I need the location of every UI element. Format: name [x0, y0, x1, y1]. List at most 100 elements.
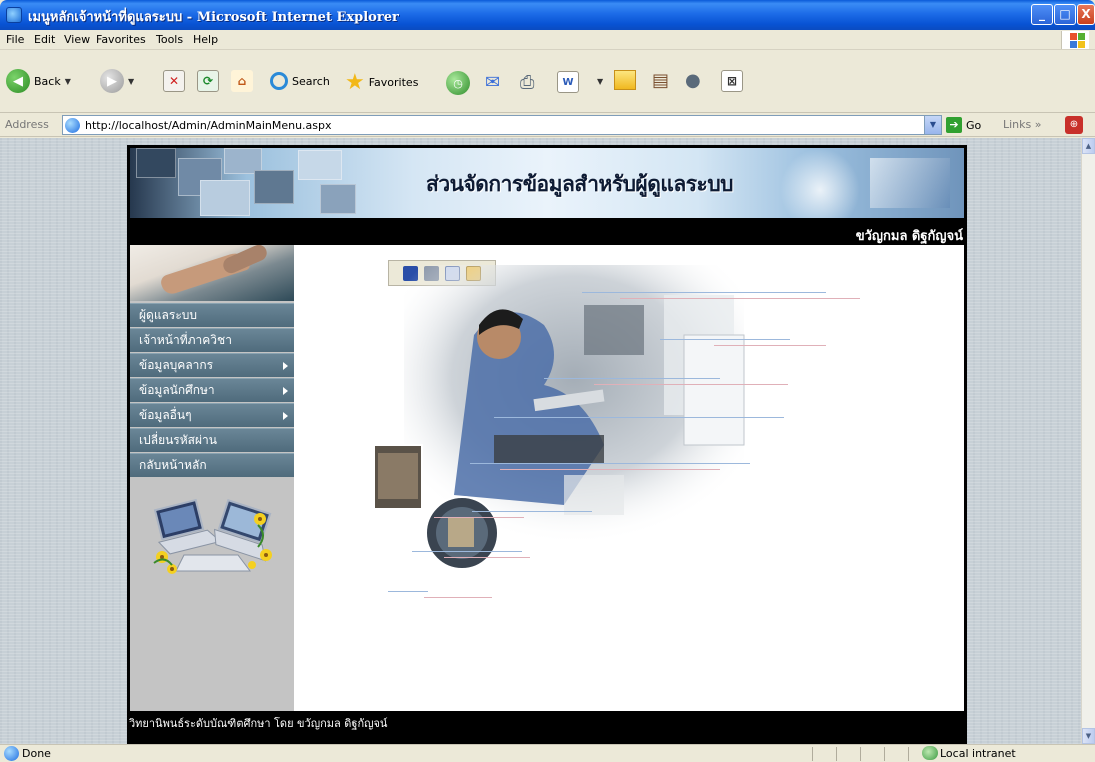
links-text: Links	[1003, 118, 1032, 131]
menu-file[interactable]: File	[6, 33, 24, 46]
refresh-icon[interactable]: ⟳	[197, 70, 219, 92]
status-page-icon	[4, 746, 19, 761]
intranet-zone-icon	[922, 746, 938, 760]
go-arrow-icon: ➔	[946, 117, 962, 133]
home-icon[interactable]: ⌂	[231, 70, 253, 92]
minimize-button[interactable]: _	[1031, 4, 1053, 25]
decorative-line	[388, 591, 428, 592]
menu-help[interactable]: Help	[193, 33, 218, 46]
menu-item-label: ผู้ดูแลระบบ	[139, 308, 198, 322]
decorative-line	[500, 469, 720, 470]
folder-icon[interactable]	[614, 70, 636, 90]
scroll-up-icon[interactable]: ▲	[1082, 138, 1095, 154]
decorative-line	[434, 517, 524, 518]
back-icon: ◀	[6, 69, 30, 93]
menu-item-label: เปลี่ยนรหัสผ่าน	[139, 433, 217, 447]
banner-title: ส่วนจัดการข้อมูลสำหรับผู้ดูแลระบบ	[426, 172, 734, 196]
menu-item-home[interactable]: กลับหน้าหลัก	[130, 453, 294, 477]
mail-icon[interactable]: ✉	[485, 72, 500, 93]
translate-icon[interactable]: ⊕	[1065, 116, 1083, 134]
bookmark-icon[interactable]: ⊠	[721, 70, 743, 92]
print-icon[interactable]: ⎙	[520, 72, 534, 93]
address-bar: Address http://localhost/Admin/AdminMain…	[0, 113, 1095, 137]
menu-tools[interactable]: Tools	[156, 33, 183, 46]
technician-photo-collage	[373, 265, 745, 570]
menu-favorites[interactable]: Favorites	[96, 33, 146, 46]
search-label: Search	[292, 74, 330, 88]
research-icon[interactable]: ▤	[652, 70, 669, 91]
search-icon	[270, 72, 288, 90]
decorative-line	[412, 551, 522, 552]
vertical-scrollbar[interactable]: ▲ ▼	[1081, 138, 1095, 744]
address-label: Address	[5, 118, 49, 131]
security-zone[interactable]: Local intranet	[940, 747, 1016, 760]
menu-item-other[interactable]: ข้อมูลอื่นๆ	[130, 403, 294, 427]
decorative-line	[620, 298, 860, 299]
history-icon[interactable]: ◷	[446, 71, 470, 95]
menu-edit[interactable]: Edit	[34, 33, 55, 46]
menu-item-students[interactable]: ข้อมูลนักศึกษา	[130, 378, 294, 402]
logged-in-user: ขวัญกมล ดิฐกัญจน์	[855, 229, 963, 244]
submenu-arrow-icon	[283, 387, 288, 395]
forward-dropdown-icon[interactable]: ▼	[128, 77, 134, 86]
sidebar-hands-image	[130, 245, 294, 301]
close-button[interactable]: X	[1077, 4, 1095, 25]
sidebar: ผู้ดูแลระบบ เจ้าหน้าที่ภาควิชา ข้อมูลบุค…	[130, 245, 294, 711]
decorative-line	[494, 417, 784, 418]
word-icon[interactable]: W	[557, 71, 579, 93]
menu-item-label: ข้อมูลอื่นๆ	[139, 408, 192, 422]
toolbar: ◀ Back ▼ ▶ ▼ ✕ ⟳ ⌂ Search ★ Favorites ◷ …	[0, 50, 1095, 113]
forward-button[interactable]: ▶ ▼	[100, 69, 134, 93]
window-title: เมนูหลักเจ้าหน้าที่ดูแลระบบ - Microsoft …	[28, 10, 399, 25]
forward-icon: ▶	[100, 69, 124, 93]
menu-item-label: กลับหน้าหลัก	[139, 458, 207, 472]
decorative-line	[424, 597, 492, 598]
browser-window: เมนูหลักเจ้าหน้าที่ดูแลระบบ - Microsoft …	[0, 0, 1095, 762]
menu-item-label: ข้อมูลนักศึกษา	[139, 383, 215, 397]
search-button[interactable]: Search	[270, 72, 330, 90]
admin-menu: ผู้ดูแลระบบ เจ้าหน้าที่ภาควิชา ข้อมูลบุค…	[130, 303, 294, 478]
stop-icon[interactable]: ✕	[163, 70, 185, 92]
decorative-line	[660, 339, 790, 340]
main-content	[294, 245, 964, 711]
decorative-line	[544, 378, 720, 379]
title-bar[interactable]: เมนูหลักเจ้าหน้าที่ดูแลระบบ - Microsoft …	[0, 0, 1095, 30]
back-label: Back	[34, 74, 61, 88]
messenger-icon[interactable]: ●	[685, 70, 701, 91]
decorative-line	[594, 384, 788, 385]
header-banner: ส่วนจัดการข้อมูลสำหรับผู้ดูแลระบบ	[130, 148, 964, 218]
decorative-line	[444, 557, 530, 558]
submenu-arrow-icon	[283, 362, 288, 370]
address-url[interactable]: http://localhost/Admin/AdminMainMenu.asp…	[85, 119, 332, 132]
links-label[interactable]: Links »	[1003, 118, 1042, 131]
decorative-line	[714, 345, 826, 346]
maximize-button[interactable]: □	[1054, 4, 1076, 25]
page-viewport: ส่วนจัดการข้อมูลสำหรับผู้ดูแลระบบ ขวัญกม…	[0, 138, 1081, 744]
ie-app-icon[interactable]	[6, 7, 22, 23]
go-label: Go	[966, 118, 982, 132]
page-container: ส่วนจัดการข้อมูลสำหรับผู้ดูแลระบบ ขวัญกม…	[127, 145, 967, 744]
favorites-button[interactable]: ★ Favorites	[345, 70, 418, 95]
edit-dropdown-icon[interactable]: ▼	[597, 77, 603, 86]
go-button[interactable]: ➔ Go	[946, 117, 981, 133]
menu-item-label: ข้อมูลบุคลากร	[139, 358, 214, 372]
address-input[interactable]: http://localhost/Admin/AdminMainMenu.asp…	[62, 115, 942, 135]
menu-view[interactable]: View	[64, 33, 90, 46]
decorative-line	[472, 511, 592, 512]
menu-item-admin[interactable]: ผู้ดูแลระบบ	[130, 303, 294, 327]
back-dropdown-icon[interactable]: ▼	[65, 77, 71, 86]
page-footer: วิทยานิพนธ์ระดับบัณฑิตศึกษา โดย ขวัญกมล …	[129, 717, 388, 730]
windows-flag-icon	[1061, 31, 1089, 49]
status-bar: Done Local intranet	[0, 744, 1095, 762]
decorative-line	[470, 463, 750, 464]
menu-item-label: เจ้าหน้าที่ภาควิชา	[139, 333, 232, 347]
submenu-arrow-icon	[283, 412, 288, 420]
address-dropdown-icon[interactable]: ▼	[924, 116, 941, 134]
menu-item-personnel[interactable]: ข้อมูลบุคลากร	[130, 353, 294, 377]
status-text: Done	[22, 747, 51, 760]
menu-item-department-staff[interactable]: เจ้าหน้าที่ภาควิชา	[130, 328, 294, 352]
menu-bar: File Edit View Favorites Tools Help	[0, 30, 1095, 50]
back-button[interactable]: ◀ Back ▼	[6, 69, 71, 93]
menu-item-change-password[interactable]: เปลี่ยนรหัสผ่าน	[130, 428, 294, 452]
scroll-down-icon[interactable]: ▼	[1082, 728, 1095, 744]
